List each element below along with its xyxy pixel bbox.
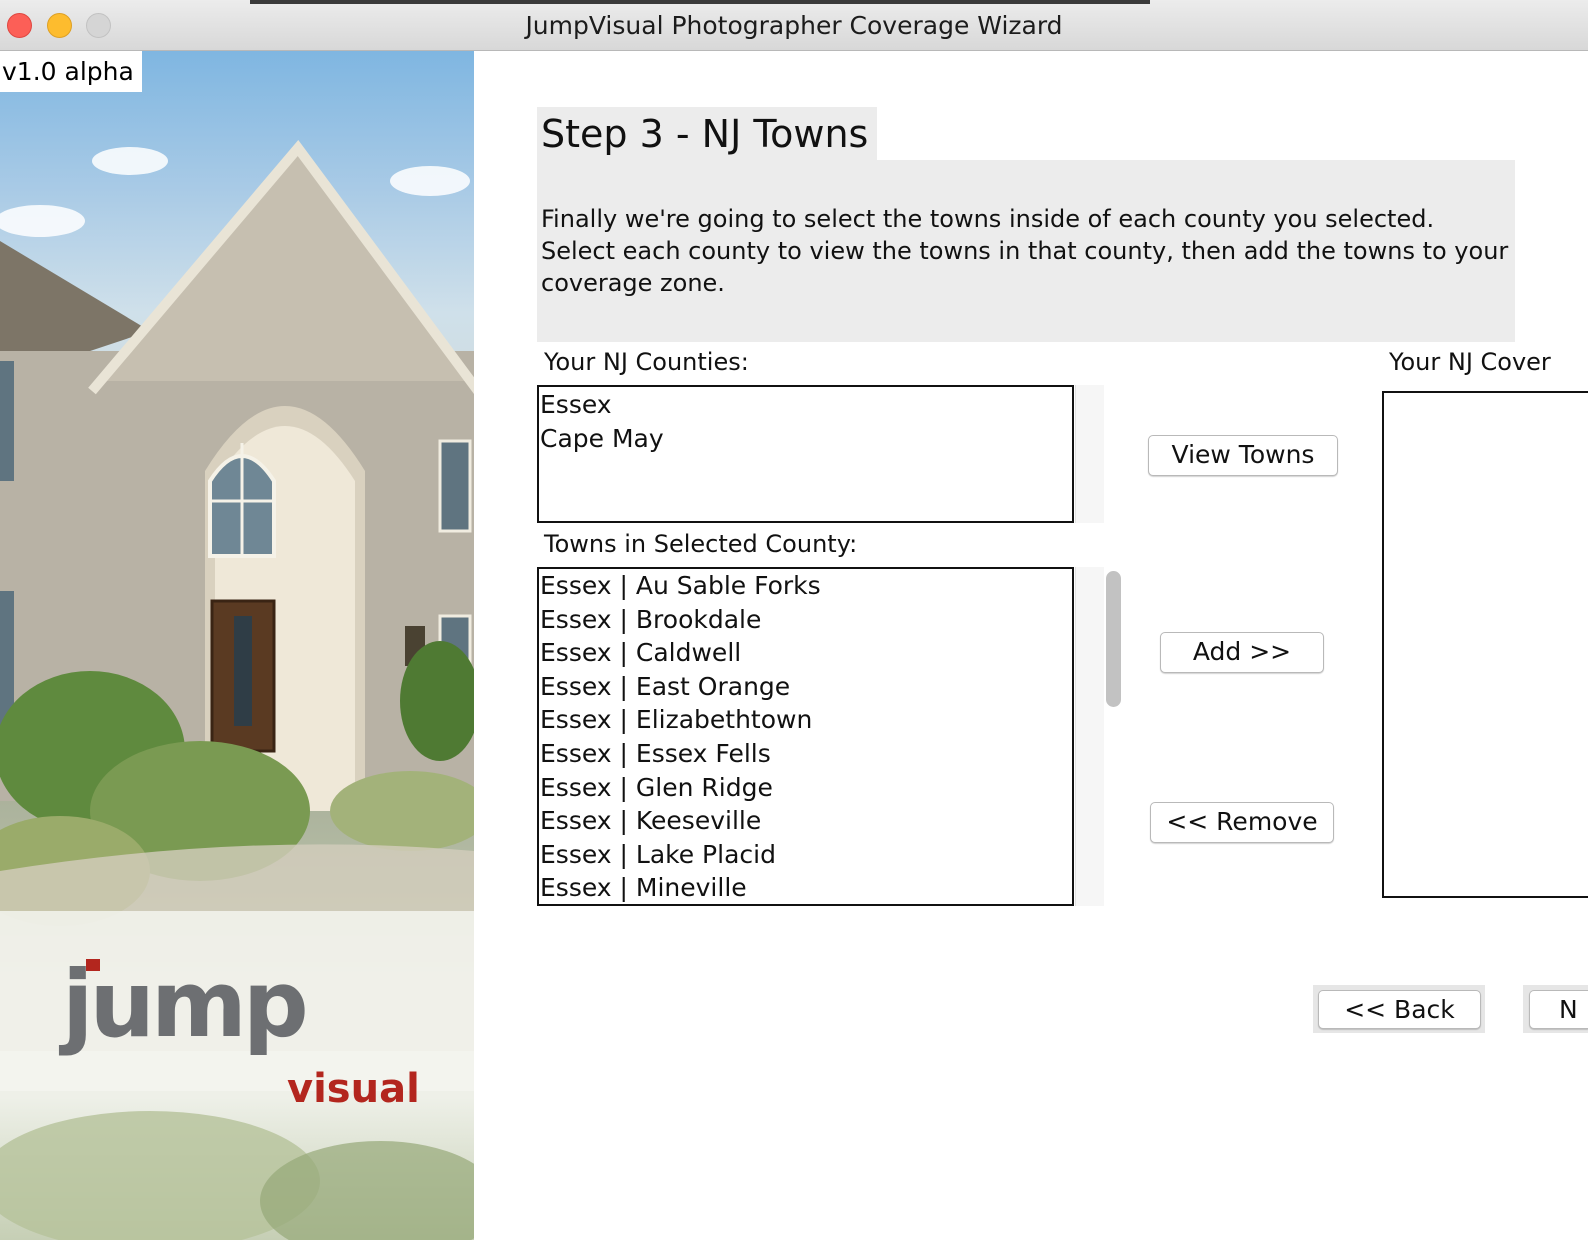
list-item[interactable]: Essex | Keeseville <box>539 804 1072 838</box>
remove-town-button[interactable]: << Remove <box>1150 802 1334 843</box>
version-label: v1.0 alpha <box>0 51 142 92</box>
view-towns-button[interactable]: View Towns <box>1148 435 1338 476</box>
county-item-essex[interactable]: Essex <box>539 387 1072 422</box>
list-item[interactable]: Essex | Elizabethtown <box>539 703 1072 737</box>
towns-scroll-track[interactable] <box>1075 567 1104 906</box>
background-window-strip <box>250 0 1150 4</box>
back-button[interactable]: << Back <box>1318 990 1481 1029</box>
counties-list[interactable]: Essex Cape May <box>537 385 1074 523</box>
add-town-button[interactable]: Add >> <box>1160 632 1324 673</box>
house-photo <box>0 139 474 1240</box>
next-button[interactable]: N <box>1529 990 1588 1029</box>
side-image-panel: v1.0 alpha jump visual <box>0 51 474 1240</box>
list-item[interactable]: Essex | East Orange <box>539 670 1072 704</box>
towns-scrollbar-thumb[interactable] <box>1106 571 1121 707</box>
coverage-list[interactable] <box>1382 391 1588 898</box>
step-heading: Step 3 - NJ Towns <box>541 112 869 156</box>
counties-label: Your NJ Counties: <box>544 348 749 376</box>
list-item[interactable]: Essex | Glen Ridge <box>539 771 1072 805</box>
list-item[interactable]: Essex | Essex Fells <box>539 737 1072 771</box>
logo-jump-wordmark: jump <box>62 951 309 1058</box>
towns-list[interactable]: Essex | Au Sable Forks Essex | Brookdale… <box>537 567 1074 906</box>
counties-scroll-track[interactable] <box>1075 385 1104 523</box>
list-item[interactable]: Essex | Caldwell <box>539 636 1072 670</box>
list-item[interactable]: Essex | Lake Placid <box>539 838 1072 872</box>
list-item[interactable]: Essex | Au Sable Forks <box>539 569 1072 603</box>
window-title: JumpVisual Photographer Coverage Wizard <box>525 11 1063 40</box>
window-titlebar: JumpVisual Photographer Coverage Wizard <box>0 0 1588 51</box>
coverage-label: Your NJ Cover <box>1389 348 1551 376</box>
step-description: Finally we're going to select the towns … <box>541 205 1509 297</box>
list-item[interactable]: Essex | Mineville <box>539 871 1072 904</box>
logo-visual-wordmark: visual <box>287 1066 420 1112</box>
county-item-cape-may[interactable]: Cape May <box>539 422 1072 456</box>
towns-label: Towns in Selected County: <box>544 530 858 558</box>
list-item[interactable]: Essex | Brookdale <box>539 603 1072 637</box>
